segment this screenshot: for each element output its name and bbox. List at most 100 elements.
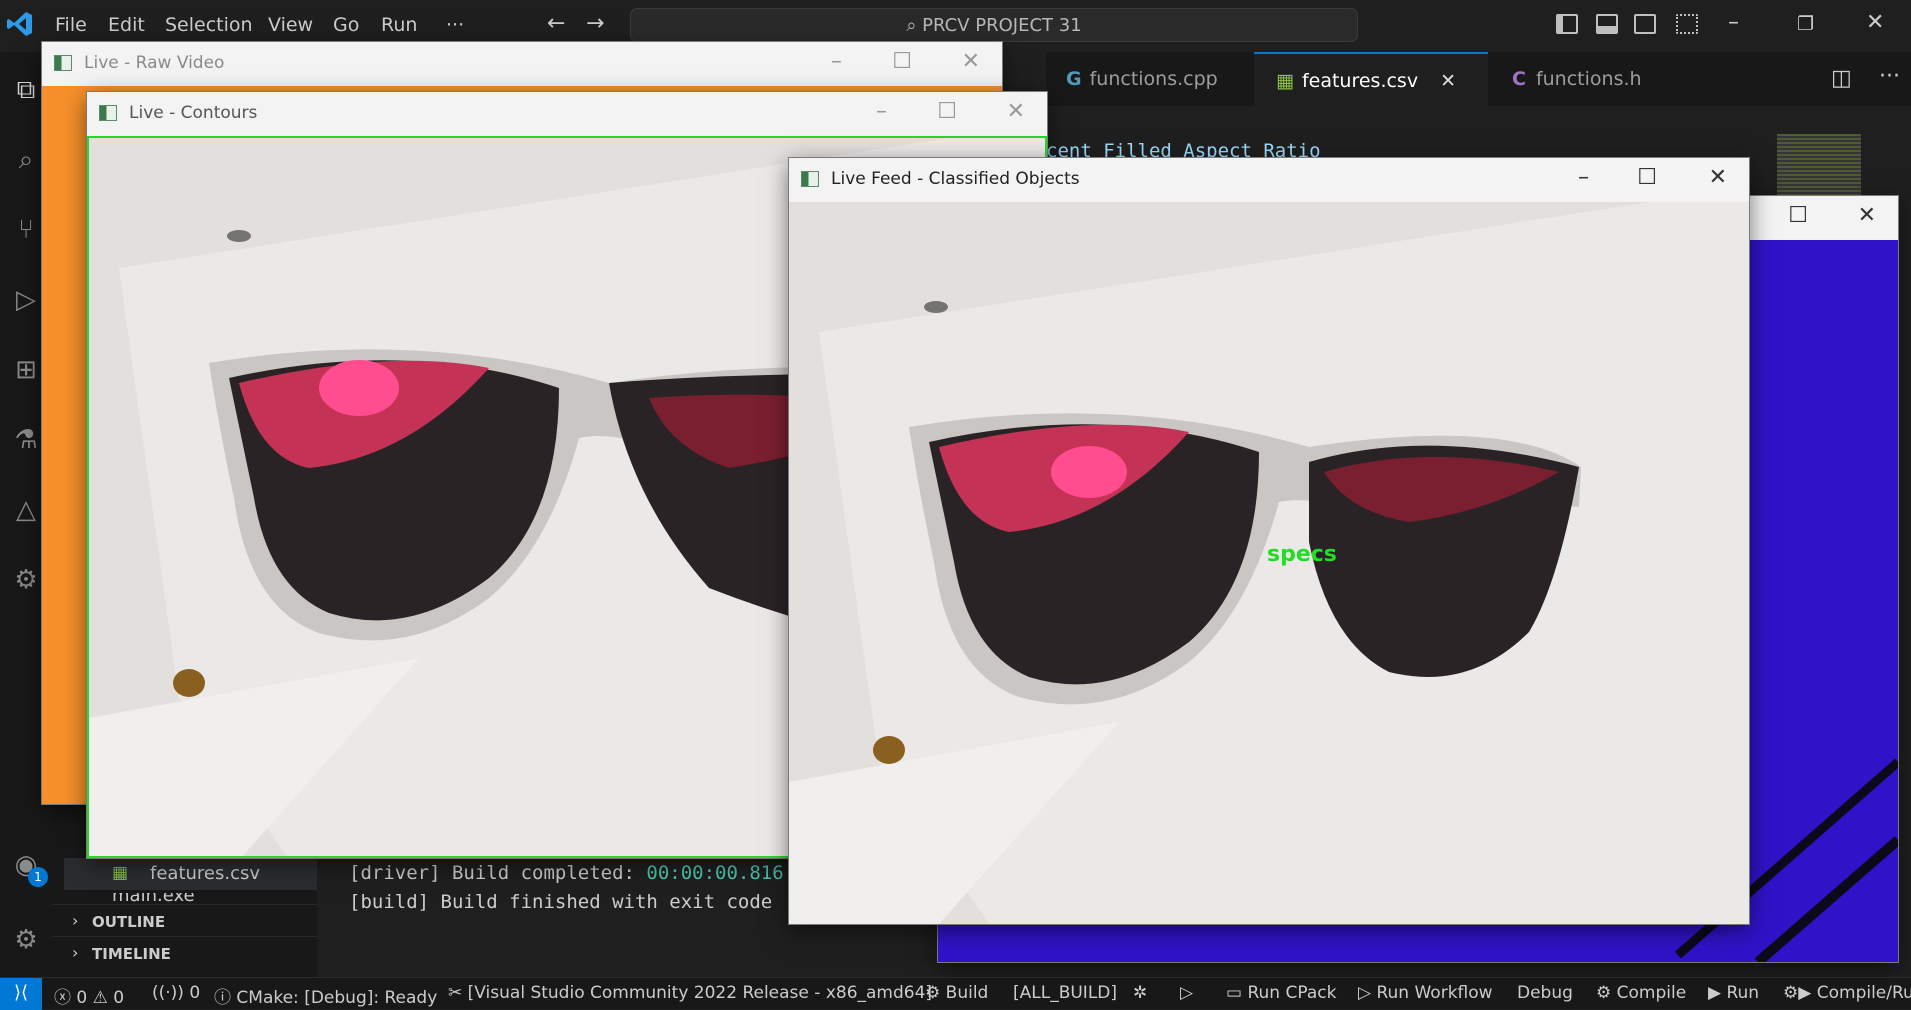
problems-indicator[interactable]: ⓧ 0 ⚠ 0 — [54, 983, 124, 1008]
close-icon[interactable]: ✕ — [1709, 165, 1727, 190]
remote-explorer-icon[interactable]: ⚙ — [8, 562, 44, 598]
ports-indicator[interactable]: ((·)) 0 — [152, 983, 200, 1003]
close-icon[interactable]: ✕ — [1007, 99, 1025, 124]
debug-bug-icon[interactable]: ✲ — [1133, 983, 1147, 1003]
build-button[interactable]: ⚙ Build — [925, 983, 988, 1003]
tab-label: features.csv — [1301, 70, 1419, 92]
minimize-icon[interactable]: – — [876, 99, 887, 124]
run-workflow-label: Run Workflow — [1376, 983, 1493, 1003]
opencv-window-classified[interactable]: Live Feed - Classified Objects – ☐ ✕ spe… — [789, 158, 1749, 924]
run-workflow-button[interactable]: ▷ Run Workflow — [1358, 983, 1493, 1003]
cmake-status-label: CMake: [Debug]: Ready — [236, 988, 438, 1008]
close-icon[interactable]: ✕ — [1866, 10, 1884, 35]
maximize-icon[interactable]: ☐ — [937, 99, 957, 124]
source-control-icon[interactable]: ⑂ — [8, 212, 44, 248]
menu-selection[interactable]: Selection — [165, 14, 253, 36]
tab-label: functions.h — [1535, 68, 1642, 90]
chevron-right-icon: › — [72, 943, 79, 962]
customize-layout-icon[interactable] — [1676, 14, 1698, 34]
output-line: [driver] Build completed: 00:00:00.816 — [349, 862, 784, 884]
compile-button[interactable]: ⚙ Compile — [1596, 983, 1686, 1003]
run-button[interactable]: ▶ Run — [1708, 983, 1759, 1003]
output-text: [build] Build finished with exit code — [349, 891, 784, 913]
window-title: Live - Contours — [129, 103, 258, 123]
tab-functions-cpp[interactable]: Gfunctions.cpp — [1066, 52, 1276, 106]
build-target[interactable]: [ALL_BUILD] — [1013, 983, 1117, 1003]
search-icon[interactable]: ⌕ — [8, 142, 44, 178]
manage-gear-icon[interactable]: ⚙ — [8, 922, 44, 958]
close-icon[interactable]: ✕ — [962, 49, 980, 74]
window-titlebar: Live - Raw Video – ☐ ✕ — [42, 42, 1002, 86]
toggle-secondary-sidebar-icon[interactable] — [1634, 14, 1656, 34]
package-icon: ▭ — [1226, 983, 1243, 1003]
toggle-panel-icon[interactable] — [1596, 14, 1618, 34]
file-label: features.csv — [150, 863, 261, 884]
file-item-features-csv[interactable]: ▦ features.csv — [64, 858, 317, 890]
cmake-status[interactable]: ⓘ CMake: [Debug]: Ready — [214, 983, 437, 1008]
compile-label: Compile — [1616, 983, 1687, 1003]
broadcast-icon: ((·)) — [152, 983, 184, 1003]
testing-icon[interactable]: ⚗ — [8, 422, 44, 458]
output-line: [build] Build finished with exit code — [349, 891, 784, 913]
timeline-section[interactable]: › TIMELINE — [52, 936, 317, 969]
minimize-icon[interactable]: – — [831, 49, 842, 74]
launch-play-icon[interactable]: ▷ — [1180, 983, 1193, 1003]
back-arrow-icon[interactable]: ← — [547, 11, 565, 36]
outline-section[interactable]: › OUTLINE — [52, 904, 317, 937]
remote-indicator-icon[interactable]: ⟩⟨ — [0, 978, 42, 1010]
menu-run[interactable]: Run — [381, 14, 417, 36]
extensions-icon[interactable]: ⊞ — [8, 352, 44, 388]
c-header-file-icon: C — [1512, 68, 1526, 90]
close-icon[interactable]: ✕ — [1858, 203, 1876, 228]
csv-file-icon: ▦ — [1276, 70, 1294, 92]
minimize-icon[interactable]: – — [1578, 165, 1589, 190]
menu-more[interactable]: ··· — [446, 14, 464, 36]
toggle-primary-sidebar-icon[interactable] — [1556, 14, 1578, 34]
cpp-file-icon: G — [1066, 68, 1082, 90]
menu-file[interactable]: File — [55, 14, 87, 36]
explorer-icon[interactable]: ⧉ — [8, 72, 44, 108]
window-titlebar: Live Feed - Classified Objects – ☐ ✕ — [789, 158, 1749, 202]
command-center-label: PRCV PROJECT 31 — [922, 15, 1082, 36]
file-item-main-exe[interactable]: main.exe — [112, 893, 312, 903]
cmake-kit[interactable]: ✂ [Visual Studio Community 2022 Release … — [448, 983, 932, 1003]
play-icon: ▷ — [1358, 983, 1372, 1003]
command-center[interactable]: ⌕ PRCV PROJECT 31 — [630, 8, 1358, 42]
warning-count: 0 — [113, 988, 125, 1008]
maximize-icon[interactable]: ☐ — [892, 49, 912, 74]
close-tab-icon[interactable]: ✕ — [1440, 70, 1456, 92]
menu-edit[interactable]: Edit — [108, 14, 145, 36]
file-label: main.exe — [112, 893, 195, 903]
classified-video-frame: specs — [789, 202, 1749, 924]
run-debug-icon[interactable]: ▷ — [8, 282, 44, 318]
minimap[interactable] — [1777, 134, 1861, 196]
menu-view[interactable]: View — [268, 14, 313, 36]
section-label: OUTLINE — [92, 913, 166, 931]
minimize-icon[interactable]: – — [1728, 10, 1739, 35]
more-actions-icon[interactable]: ··· — [1879, 64, 1900, 89]
error-count: 0 — [76, 988, 88, 1008]
compile-run-button[interactable]: ⚙▶ Compile/Ru — [1783, 983, 1911, 1003]
status-bar: ⟩⟨ ⓧ 0 ⚠ 0 ((·)) 0 ⓘ CMake: [Debug]: Rea… — [0, 977, 1911, 1010]
window-title: Live - Raw Video — [84, 53, 225, 73]
maximize-icon[interactable]: ☐ — [1637, 165, 1657, 190]
run-cpack-button[interactable]: ▭ Run CPack — [1226, 983, 1336, 1003]
search-icon: ⌕ — [906, 15, 917, 36]
opencv-app-icon — [99, 105, 117, 121]
cmake-icon[interactable]: △ — [8, 492, 44, 528]
opencv-app-icon — [801, 171, 819, 187]
forward-arrow-icon[interactable]: → — [586, 11, 604, 36]
menu-go[interactable]: Go — [333, 14, 359, 36]
maximize-icon[interactable]: ☐ — [1788, 203, 1808, 228]
restore-icon[interactable]: ❐ — [1797, 13, 1814, 35]
vscode-logo-icon — [6, 10, 34, 38]
run-label: Run — [1726, 983, 1760, 1003]
tab-functions-h[interactable]: Cfunctions.h — [1466, 52, 1712, 106]
tab-features-csv[interactable]: ▦ features.csv ✕ — [1254, 52, 1488, 106]
gear-play-icon: ⚙▶ — [1783, 983, 1812, 1003]
split-editor-icon[interactable]: ◫ — [1831, 66, 1852, 91]
chevron-right-icon: › — [72, 911, 79, 930]
ports-count: 0 — [189, 983, 201, 1003]
debug-button[interactable]: Debug — [1517, 983, 1573, 1003]
compile-run-label: Compile/Ru — [1816, 983, 1911, 1003]
